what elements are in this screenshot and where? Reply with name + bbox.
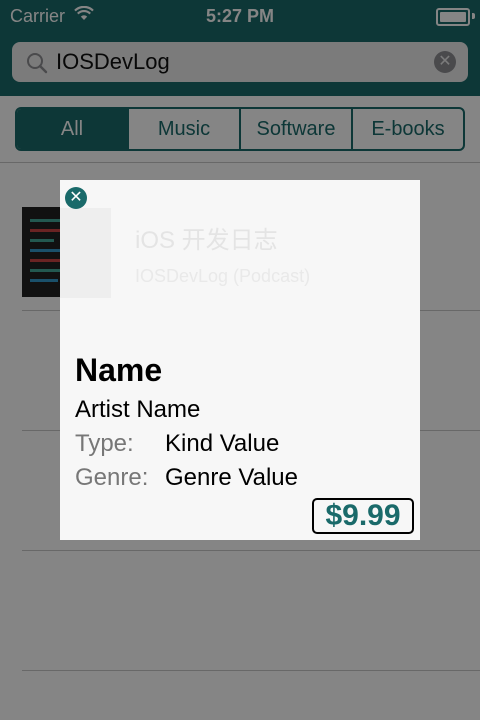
genre-label: Genre: xyxy=(75,464,149,491)
artist-name: Artist Name xyxy=(75,396,201,423)
close-icon[interactable]: ✕ xyxy=(65,187,87,209)
item-name: Name xyxy=(75,352,163,388)
popup-artwork xyxy=(60,208,111,298)
popup-faded-subtitle: IOSDevLog (Podcast) xyxy=(135,266,311,286)
type-value: Kind Value xyxy=(165,430,280,457)
price-button[interactable]: $9.99 xyxy=(312,498,414,534)
detail-popup: iOS 开发日志 IOSDevLog (Podcast) ✕ Name Arti… xyxy=(60,180,420,540)
genre-value: Genre Value xyxy=(165,464,298,491)
type-label: Type: xyxy=(75,430,134,457)
popup-faded-title: iOS 开发日志 xyxy=(135,227,278,254)
